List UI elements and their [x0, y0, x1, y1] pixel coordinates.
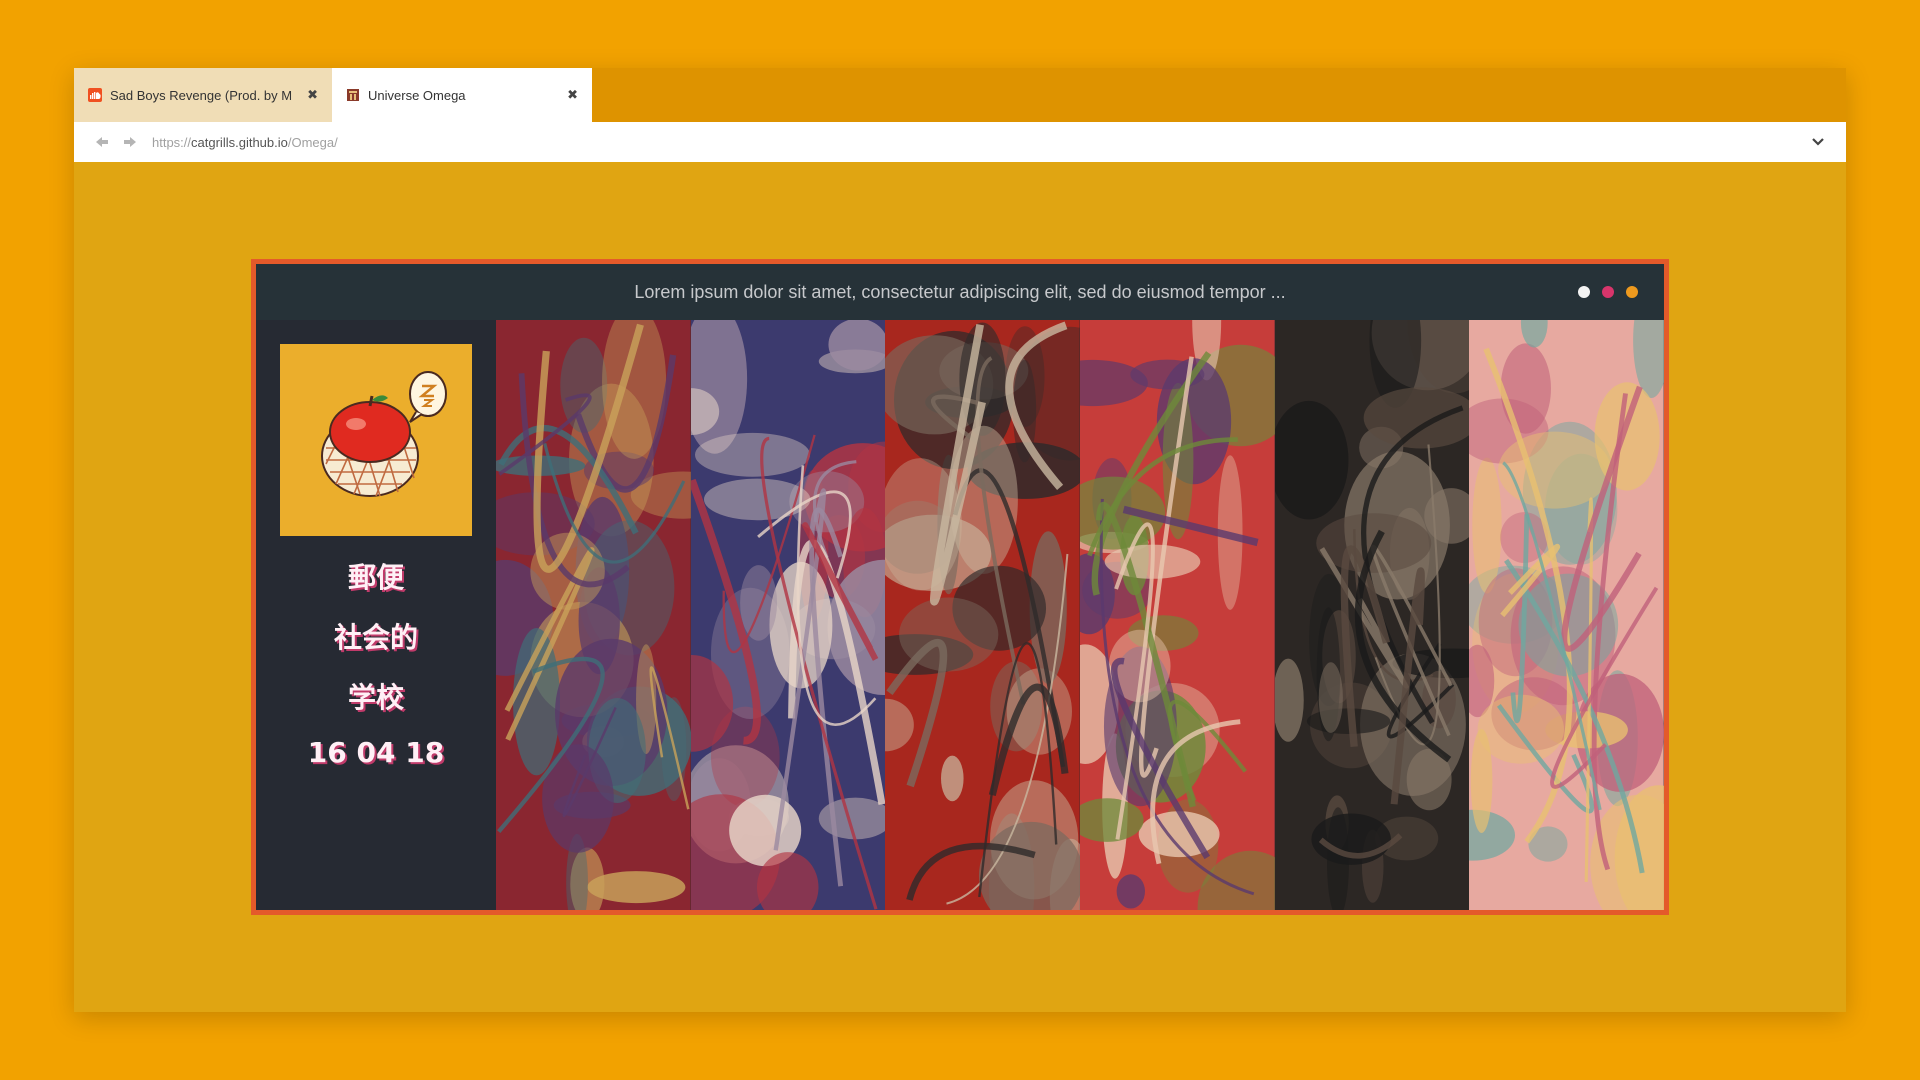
sidebar: 郵便 社会的 学校 16 04 18 [256, 320, 496, 910]
artwork-panels [496, 320, 1665, 910]
cover-image [280, 344, 472, 536]
arrow-left-icon [96, 137, 108, 147]
tab-close-icon[interactable]: ✖ [307, 87, 318, 103]
sidebar-line-postal: 郵便 [347, 561, 404, 594]
kimono-artwork[interactable] [690, 320, 886, 910]
forward-button[interactable] [116, 128, 144, 156]
white-dot[interactable] [1578, 286, 1590, 298]
tab-title: Sad Boys Revenge (Prod. by M [110, 87, 293, 103]
address-bar: https://catgrills.github.io/Omega/ [74, 122, 1846, 162]
chevron-down-icon [1812, 138, 1824, 146]
tab-universe-omega[interactable]: Universe Omega ✖ [332, 68, 592, 122]
sidebar-line-social: 社会的 [333, 621, 418, 654]
url-field[interactable]: https://catgrills.github.io/Omega/ [152, 135, 1804, 150]
menu-button[interactable] [1804, 128, 1832, 156]
demon-artwork[interactable] [1274, 320, 1470, 910]
tab-bar: Sad Boys Revenge (Prod. by M ✖ Universe … [74, 68, 1846, 122]
arrow-right-icon [124, 137, 136, 147]
soundcloud-icon [88, 88, 102, 102]
url-path: /Omega/ [287, 134, 338, 150]
sidebar-line-school: 学校 [347, 681, 404, 714]
shrine-icon [346, 88, 360, 102]
orange-dot[interactable] [1626, 286, 1638, 298]
headline-text: Lorem ipsum dolor sit amet, consectetur … [634, 281, 1286, 302]
apple-in-net-icon [321, 371, 447, 497]
url-host: catgrills.github.io [191, 134, 288, 150]
tab-sad-boys-revenge[interactable]: Sad Boys Revenge (Prod. by M ✖ [74, 68, 332, 122]
tab-close-icon[interactable]: ✖ [567, 87, 578, 103]
masks-artwork[interactable] [1080, 320, 1275, 910]
goddess-artwork[interactable] [1469, 320, 1665, 910]
card-header: Lorem ipsum dolor sit amet, consectetur … [256, 264, 1664, 320]
browser-window: Sad Boys Revenge (Prod. by M ✖ Universe … [74, 68, 1846, 1012]
pink-dot[interactable] [1602, 286, 1614, 298]
warrior-artwork[interactable] [496, 320, 691, 910]
gallery-card: Lorem ipsum dolor sit amet, consectetur … [251, 259, 1669, 915]
url-scheme: https:// [152, 134, 192, 150]
back-button[interactable] [88, 128, 116, 156]
sidebar-date: 16 04 18 [307, 736, 445, 769]
tab-title: Universe Omega [368, 87, 466, 103]
dot-controls [1578, 286, 1638, 298]
samurai-artwork[interactable] [885, 320, 1081, 910]
